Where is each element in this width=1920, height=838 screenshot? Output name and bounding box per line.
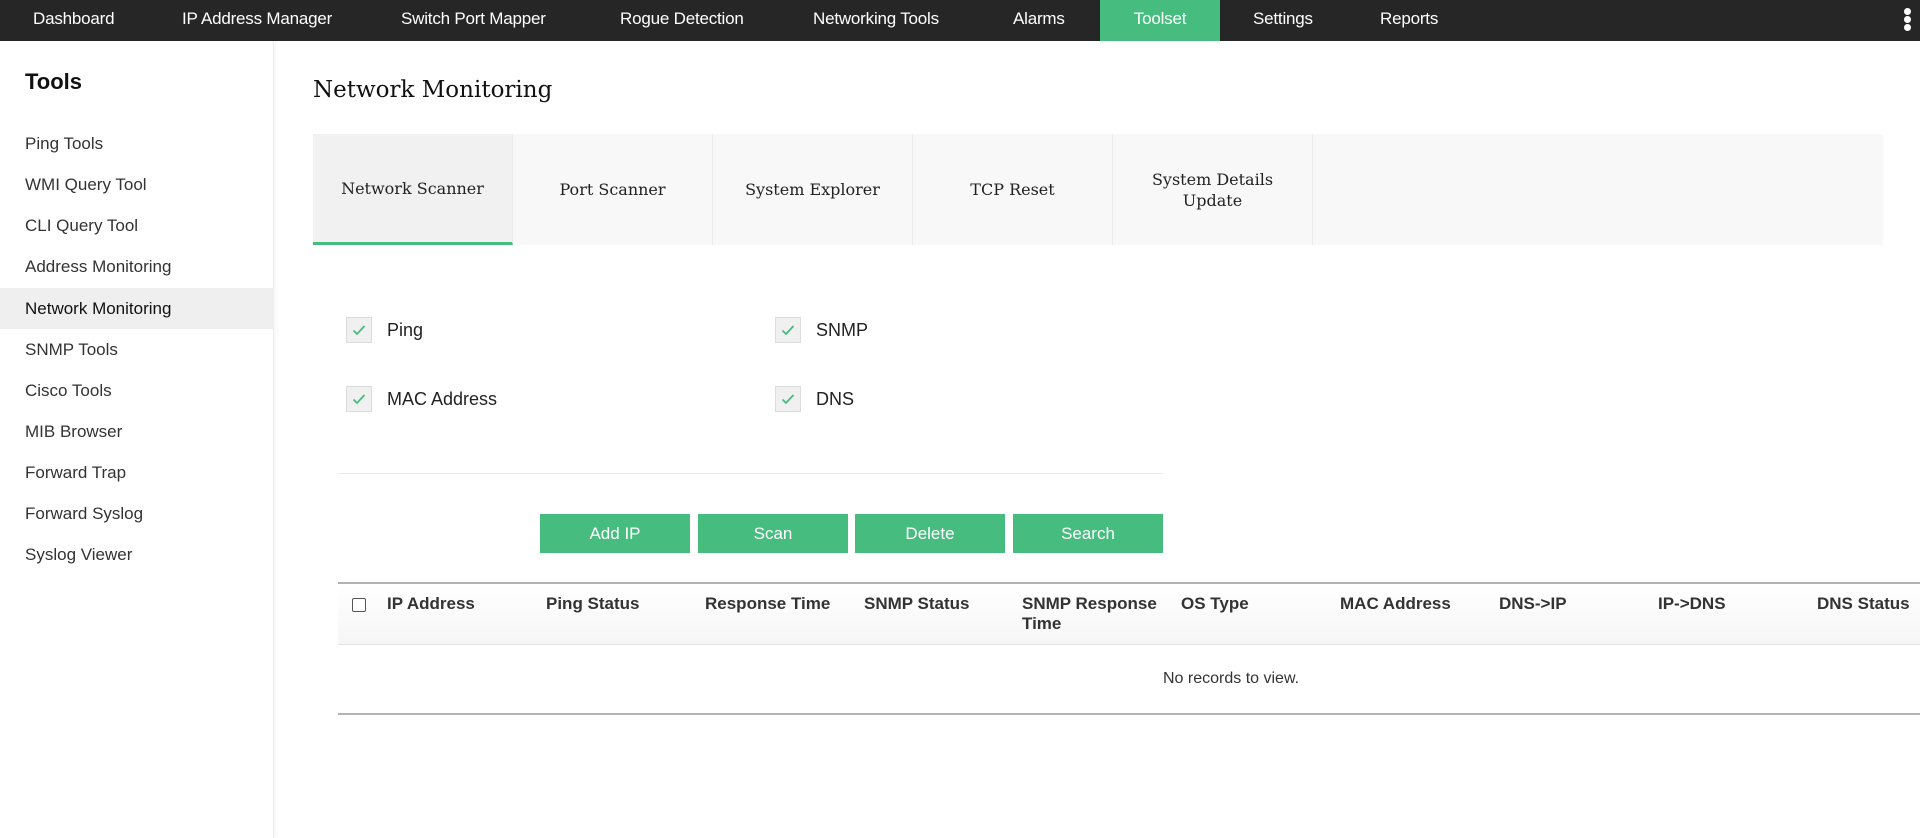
kebab-vertical-icon[interactable] [1900, 6, 1914, 34]
mac-address-checkbox[interactable]: MAC Address [346, 386, 497, 412]
sidebar-item-network-monitoring[interactable]: Network Monitoring [0, 288, 274, 329]
sidebar-item-mib-browser[interactable]: MIB Browser [0, 411, 274, 452]
nav-item-switch-port-mapper[interactable]: Switch Port Mapper [401, 0, 546, 41]
search-button[interactable]: Search [1013, 514, 1163, 553]
column-header-mac-address[interactable]: MAC Address [1340, 594, 1480, 614]
sidebar-item-snmp-tools[interactable]: SNMP Tools [0, 329, 274, 370]
nav-item-rogue-detection[interactable]: Rogue Detection [620, 0, 744, 41]
column-header-ip-to-dns[interactable]: IP->DNS [1658, 594, 1798, 614]
nav-item-networking-tools[interactable]: Networking Tools [813, 0, 939, 41]
checkmark-icon [775, 386, 801, 412]
sidebar-item-forward-trap[interactable]: Forward Trap [0, 452, 274, 493]
tab-tcp-reset[interactable]: TCP Reset [913, 134, 1113, 245]
sidebar-title: Tools [25, 69, 83, 94]
nav-item-reports[interactable]: Reports [1380, 0, 1438, 41]
snmp-checkbox[interactable]: SNMP [775, 317, 868, 343]
column-header-dns-to-ip[interactable]: DNS->IP [1499, 594, 1639, 614]
dns-checkbox[interactable]: DNS [775, 386, 854, 412]
nav-item-settings[interactable]: Settings [1253, 0, 1313, 41]
table-header: IP Address Ping Status Response Time SNM… [338, 582, 1920, 645]
checkmark-icon [346, 386, 372, 412]
nav-item-ip-address-manager[interactable]: IP Address Manager [182, 0, 332, 41]
tab-port-scanner[interactable]: Port Scanner [513, 134, 713, 245]
delete-button[interactable]: Delete [855, 514, 1005, 553]
column-header-snmp-response-time[interactable]: SNMP Response Time [1022, 594, 1157, 634]
nav-item-toolset[interactable]: Toolset [1100, 0, 1220, 41]
tab-system-explorer[interactable]: System Explorer [713, 134, 913, 245]
sidebar-item-cli-query-tool[interactable]: CLI Query Tool [0, 205, 274, 246]
column-header-os-type[interactable]: OS Type [1181, 594, 1321, 614]
tab-system-details-update[interactable]: System Details Update [1113, 134, 1313, 245]
column-header-dns-status[interactable]: DNS Status [1817, 594, 1920, 614]
checkmark-icon [346, 317, 372, 343]
scan-button[interactable]: Scan [698, 514, 848, 553]
sidebar-item-syslog-viewer[interactable]: Syslog Viewer [0, 534, 274, 575]
sidebar: Tools Ping Tools WMI Query Tool CLI Quer… [0, 41, 274, 838]
dns-checkbox-label: DNS [816, 388, 855, 409]
ping-checkbox[interactable]: Ping [346, 317, 423, 343]
top-navigation-bar: Dashboard IP Address Manager Switch Port… [0, 0, 1920, 41]
column-header-response-time[interactable]: Response Time [705, 594, 845, 614]
mac-address-checkbox-label: MAC Address [387, 388, 498, 409]
add-ip-button[interactable]: Add IP [540, 514, 690, 553]
options-divider [338, 473, 1163, 474]
nav-item-dashboard[interactable]: Dashboard [33, 0, 115, 41]
column-header-snmp-status[interactable]: SNMP Status [864, 594, 1004, 614]
nav-item-alarms[interactable]: Alarms [1013, 0, 1065, 41]
empty-table-message: No records to view. [1163, 670, 1300, 687]
table-body: No records to view. [338, 645, 1920, 715]
snmp-checkbox-label: SNMP [816, 319, 869, 340]
sidebar-item-ping-tools[interactable]: Ping Tools [0, 123, 274, 164]
sidebar-item-address-monitoring[interactable]: Address Monitoring [0, 246, 274, 287]
column-header-ip-address[interactable]: IP Address [387, 594, 527, 614]
checkmark-icon [775, 317, 801, 343]
sidebar-item-forward-syslog[interactable]: Forward Syslog [0, 493, 274, 534]
select-all-checkbox[interactable] [352, 598, 366, 612]
tool-tabs: Network Scanner Port Scanner System Expl… [313, 134, 1883, 245]
page-title: Network Monitoring [313, 77, 553, 103]
sidebar-item-wmi-query-tool[interactable]: WMI Query Tool [0, 164, 274, 205]
scan-results-table: IP Address Ping Status Response Time SNM… [338, 582, 1920, 715]
ping-checkbox-label: Ping [387, 319, 424, 340]
column-header-ping-status[interactable]: Ping Status [546, 594, 686, 614]
tab-network-scanner[interactable]: Network Scanner [313, 134, 513, 245]
sidebar-item-cisco-tools[interactable]: Cisco Tools [0, 370, 274, 411]
